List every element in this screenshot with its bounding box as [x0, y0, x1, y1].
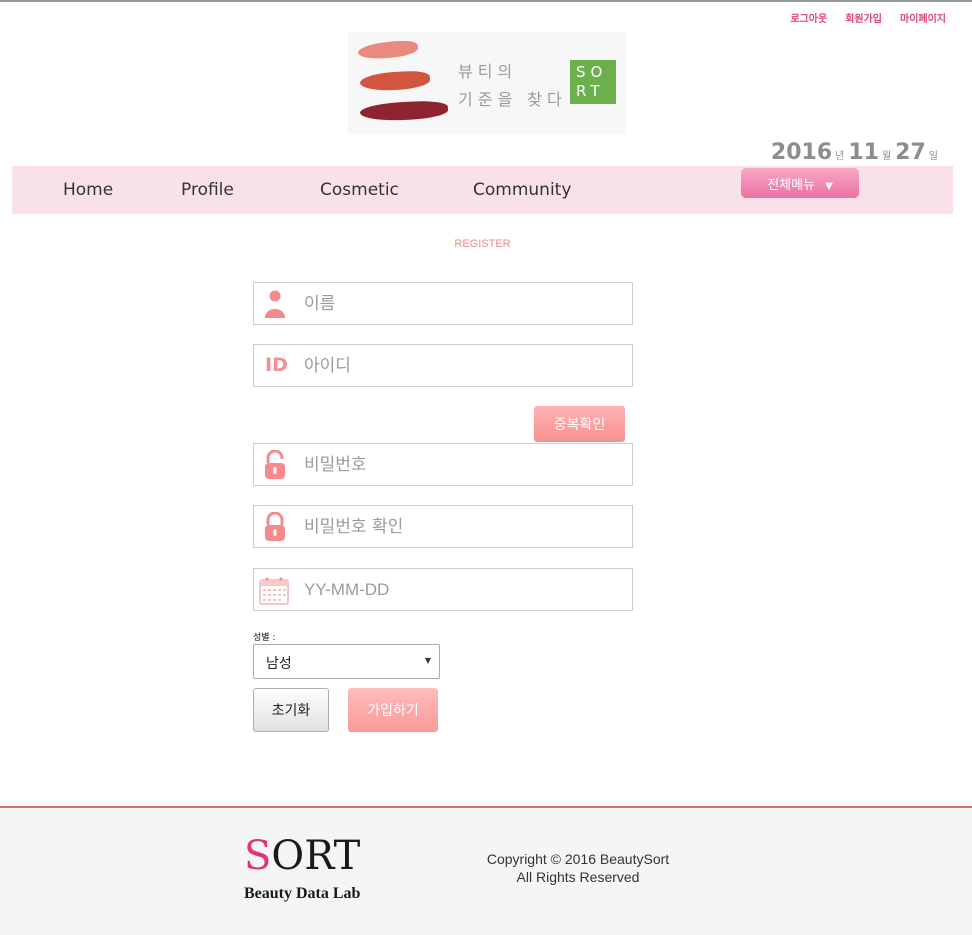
id-icon-text: ID — [265, 354, 288, 376]
gender-select[interactable]: 남성 ▼ — [253, 644, 440, 679]
lipstick-swatch-dark — [359, 99, 449, 123]
current-date: 2016 년 11 월 27 일 — [771, 140, 942, 165]
date-day: 27 — [895, 140, 926, 165]
join-button[interactable]: 가입하기 — [348, 688, 438, 732]
footer-logo-rest: ORT — [271, 833, 361, 879]
copyright-line1: Copyright © 2016 BeautySort — [486, 851, 670, 867]
caret-down-icon: ▼ — [825, 180, 833, 192]
footer-tagline: Beauty Data Lab — [244, 885, 361, 902]
all-menu-label: 전체메뉴 — [767, 177, 816, 193]
nav-profile[interactable]: Profile — [181, 180, 234, 200]
id-input[interactable] — [304, 353, 624, 379]
logo-badge: SO RT — [570, 60, 616, 104]
footer-logo-s: S — [244, 833, 272, 879]
signup-link[interactable]: 회원가입 — [845, 10, 882, 25]
logo-badge-line1: SO — [576, 63, 608, 81]
nav-cosmetic[interactable]: Cosmetic — [320, 180, 399, 200]
copyright: Copyright © 2016 BeautySort All Rights R… — [462, 850, 694, 886]
reset-button[interactable]: 초기화 — [253, 688, 329, 732]
register-title: REGISTER — [454, 238, 511, 250]
site-logo[interactable]: 뷰티의 기준을 찾다 SO RT — [348, 32, 626, 134]
password-input[interactable] — [304, 452, 624, 478]
logout-link[interactable]: 로그아웃 — [790, 10, 827, 25]
lock-icon — [265, 512, 285, 541]
copyright-line2: All Rights Reserved — [516, 869, 640, 885]
main-nav: Home Profile Cosmetic Community 전체메뉴 ▼ — [12, 166, 953, 214]
date-year-unit: 년 — [835, 151, 845, 162]
lipstick-swatch-light — [357, 38, 419, 62]
top-rule — [0, 0, 972, 2]
date-year: 2016 — [770, 140, 833, 165]
name-input[interactable] — [304, 291, 624, 317]
date-day-unit: 일 — [928, 151, 938, 162]
lipstick-swatch-red — [359, 69, 431, 93]
password-field — [253, 443, 633, 486]
person-icon — [265, 290, 285, 318]
logo-badge-line2: RT — [576, 82, 605, 100]
unlock-icon — [265, 450, 285, 479]
nav-home[interactable]: Home — [63, 180, 113, 200]
duplicate-check-button[interactable]: 중복확인 — [534, 406, 625, 442]
footer: SORT Beauty Data Lab Copyright © 2016 Be… — [0, 806, 972, 935]
gender-select-value: 남성 — [266, 656, 292, 672]
id-icon: ID — [262, 351, 288, 381]
dropdown-arrow-icon: ▼ — [424, 656, 431, 665]
password-confirm-input[interactable] — [304, 514, 624, 540]
date-month-unit: 월 — [881, 151, 892, 162]
nav-community[interactable]: Community — [473, 180, 571, 200]
top-links: 로그아웃 회원가입 마이페이지 — [790, 10, 946, 25]
name-field — [253, 282, 633, 325]
password-confirm-field — [253, 505, 633, 548]
gender-label: 성별 : — [253, 633, 276, 643]
logo-tagline-line2: 기준을 찾다 — [458, 90, 567, 109]
footer-logo: SORT — [244, 836, 360, 876]
birthdate-input[interactable] — [304, 577, 624, 603]
birthdate-field — [253, 568, 633, 611]
logo-tagline-line1: 뷰티의 — [458, 62, 518, 81]
all-menu-button[interactable]: 전체메뉴 ▼ — [741, 168, 859, 198]
mypage-link[interactable]: 마이페이지 — [900, 10, 946, 25]
date-month: 11 — [848, 140, 879, 165]
calendar-icon — [259, 577, 289, 605]
id-field: ID — [253, 344, 633, 387]
